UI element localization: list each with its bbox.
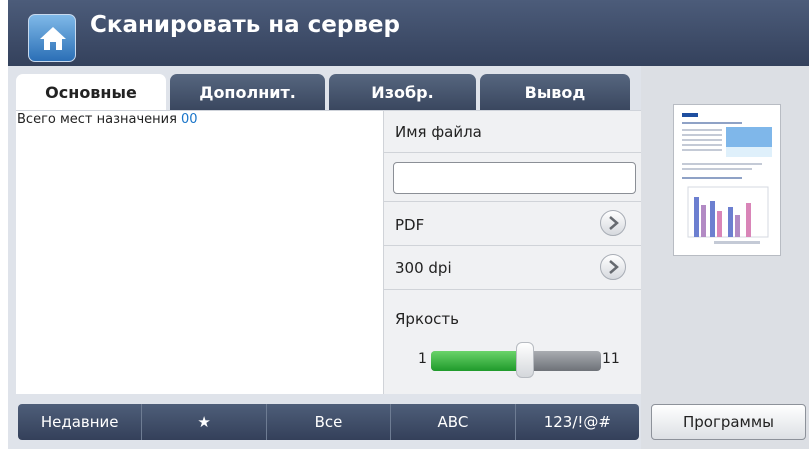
tab-content: Всего мест назначения 00 Имя файла PDF 30…: [16, 110, 642, 395]
brightness-slider-fill: [431, 351, 525, 371]
programs-button[interactable]: Программы: [651, 404, 806, 440]
tab-advanced[interactable]: Дополнит.: [170, 74, 325, 110]
home-button[interactable]: [28, 14, 76, 62]
brightness-label: Яркость: [395, 310, 460, 328]
format-row[interactable]: PDF: [384, 202, 642, 246]
filename-label: Имя файла: [395, 123, 482, 141]
all-button[interactable]: Все: [267, 404, 392, 440]
main-panel: Основные Дополнит. Изобр. Вывод Всего ме…: [8, 66, 642, 449]
brightness-max-label: 11: [602, 351, 620, 367]
brightness-min-label: 1: [418, 351, 427, 367]
chevron-right-icon: [609, 216, 619, 230]
resolution-value: 300 dpi: [395, 259, 452, 277]
app-header: Сканировать на сервер: [8, 0, 809, 66]
home-icon: [40, 27, 66, 50]
abc-button[interactable]: ABC: [391, 404, 516, 440]
filename-field[interactable]: [393, 162, 636, 194]
options-panel: Имя файла PDF 300 dpi Яркость 1 11: [383, 111, 642, 395]
bottom-toolbar: Недавние ★ Все ABC 123/!@#: [16, 394, 641, 449]
numbers-symbols-button[interactable]: 123/!@#: [516, 404, 639, 440]
page-title: Сканировать на сервер: [90, 12, 400, 38]
filename-row: Имя файла: [384, 111, 642, 153]
format-chevron-button[interactable]: [600, 210, 626, 236]
document-preview-thumbnail: [673, 104, 781, 256]
document-preview-image: [682, 113, 772, 244]
destinations-count: 00: [180, 112, 198, 127]
format-value: PDF: [395, 216, 425, 234]
destinations-label: Всего мест назначения: [17, 112, 177, 127]
tab-basic[interactable]: Основные: [16, 74, 166, 110]
brightness-slider-thumb[interactable]: [516, 342, 534, 378]
resolution-row[interactable]: 300 dpi: [384, 246, 642, 290]
address-book-filter-bar: Недавние ★ Все ABC 123/!@#: [18, 404, 639, 440]
destinations-summary: Всего мест назначения 00: [17, 112, 197, 127]
favorites-star-button[interactable]: ★: [142, 404, 267, 440]
chevron-right-icon: [609, 260, 619, 274]
preview-panel: Программы: [641, 66, 809, 449]
tab-output[interactable]: Вывод: [480, 74, 630, 110]
recent-button[interactable]: Недавние: [18, 404, 143, 440]
resolution-chevron-button[interactable]: [600, 254, 626, 280]
tab-image[interactable]: Изобр.: [329, 74, 476, 110]
